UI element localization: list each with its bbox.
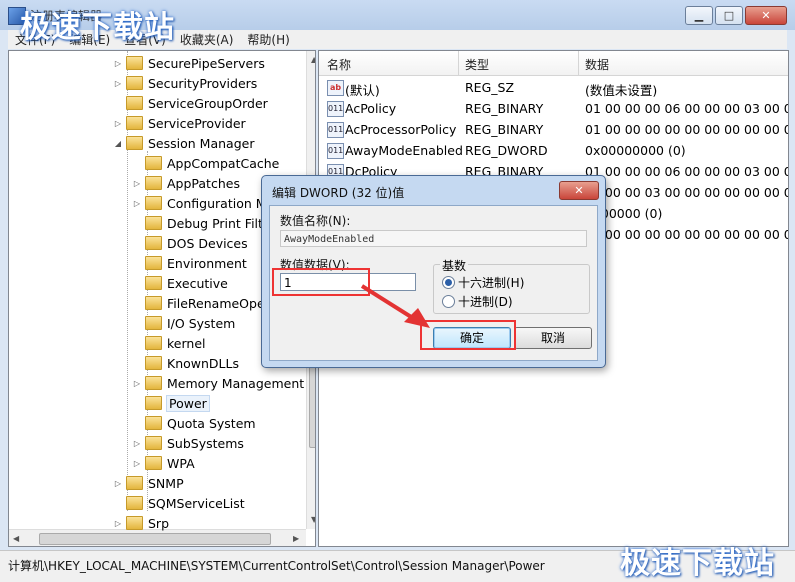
annotation-arrow <box>360 284 430 328</box>
